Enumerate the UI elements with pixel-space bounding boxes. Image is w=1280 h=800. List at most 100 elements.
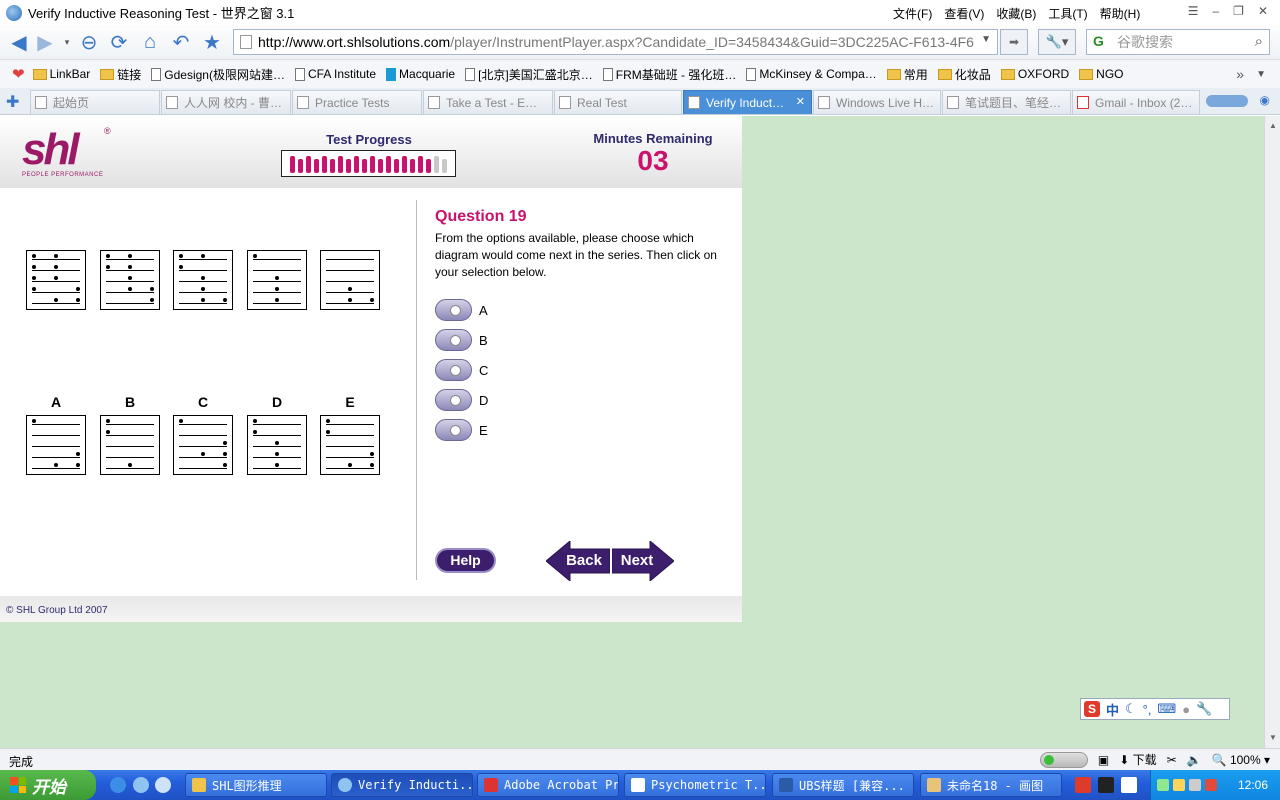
bookmark-gdesign[interactable]: Gdesign(极限网站建… [151, 66, 285, 83]
expand-tray-icon[interactable] [1157, 779, 1169, 791]
popup-blocker-icon[interactable]: ▣ [1098, 753, 1109, 767]
answer-option-a[interactable]: A [435, 299, 488, 321]
favorites-heart-icon[interactable]: ❤ [12, 65, 25, 83]
bookmark-mckinsey[interactable]: McKinsey & Compa… [746, 67, 877, 81]
back-button[interactable]: Back [546, 541, 610, 581]
diagram-line [106, 446, 154, 447]
ime-mode[interactable]: 中 [1106, 700, 1119, 719]
undo-close-icon[interactable]: ↶ [168, 29, 194, 55]
punctuation-icon[interactable]: °, [1143, 702, 1152, 717]
radio-button[interactable] [435, 299, 472, 321]
bookmark-links[interactable]: 链接 [100, 66, 141, 83]
answer-option-b[interactable]: B [435, 329, 488, 351]
menu-favorites[interactable]: 收藏(B) [996, 5, 1036, 22]
address-bar[interactable]: http://www.ort.shlsolutions.com/player/I… [233, 29, 998, 55]
maximize-icon[interactable]: ❐ [1233, 4, 1244, 18]
tab-gmail[interactable]: Gmail - Inbox (2… [1072, 90, 1200, 114]
search-box[interactable]: G 谷歌搜索 ⌕ [1086, 29, 1270, 55]
bookmark-beijing[interactable]: [北京]美国汇盛北京… [465, 66, 593, 83]
tab-verify-inductive[interactable]: Verify Induct… ✕ [683, 90, 812, 114]
close-tab-icon[interactable]: ✕ [796, 95, 805, 108]
bookmark-frm[interactable]: FRM基础班 - 强化班… [602, 66, 736, 83]
minimize-icon[interactable]: – [1212, 4, 1219, 18]
close-icon[interactable]: ✕ [1258, 4, 1268, 18]
network-icon[interactable] [1173, 779, 1185, 791]
user-icon[interactable]: ● [1182, 702, 1190, 717]
menu-view[interactable]: 查看(V) [944, 5, 984, 22]
bookmark-oxford[interactable]: OXFORD [1000, 67, 1069, 81]
more-bookmarks-chevron-icon[interactable]: » [1236, 66, 1244, 82]
taskbar-item-psychometric[interactable]: Psychometric T... [624, 773, 766, 797]
menu-file[interactable]: 文件(F) [893, 5, 932, 22]
moon-icon[interactable]: ☾ [1125, 701, 1137, 717]
keyboard-icon[interactable]: ⌨ [1157, 701, 1176, 717]
radio-button[interactable] [435, 329, 472, 351]
taskbar-item-ubs[interactable]: UBS样题 [兼容... [772, 773, 914, 797]
toggle-switch-icon[interactable] [1039, 751, 1088, 768]
tools-wrench-icon[interactable]: 🔧▾ [1038, 29, 1076, 55]
quick-launch-icon[interactable] [155, 777, 171, 793]
volume-icon[interactable]: 🔈 [1187, 753, 1202, 767]
menu-help[interactable]: 帮助(H) [1100, 5, 1141, 22]
security-icon[interactable] [1205, 779, 1217, 791]
tab-scroll-arrows-icon[interactable] [1206, 95, 1248, 107]
help-tray-icon[interactable] [1098, 777, 1114, 793]
bookmark-cosmetics[interactable]: 化妆品 [937, 66, 991, 83]
tab-list-dropdown-icon[interactable]: ◉ [1260, 93, 1270, 107]
address-dropdown-icon[interactable]: ▼ [981, 34, 991, 45]
zoom-control[interactable]: 🔍 100% ▾ [1212, 753, 1270, 767]
monitor-icon[interactable] [1189, 779, 1201, 791]
answer-option-d[interactable]: D [435, 389, 488, 411]
tab-bishi[interactable]: 笔试题目、笔经… [942, 90, 1071, 114]
screenshot-icon[interactable]: ✂ [1167, 753, 1177, 767]
tab-label: 人人网 校内 - 曹… [184, 96, 282, 110]
taskbar-item-acrobat[interactable]: Adobe Acrobat Pro [477, 773, 619, 797]
taskbar-item-shl-folder[interactable]: SHL图形推理 [185, 773, 327, 797]
vertical-scrollbar[interactable]: ▲ ▼ [1264, 116, 1280, 748]
sogou-s-icon[interactable]: S [1084, 701, 1100, 717]
taskbar-item-verify[interactable]: Verify Inducti... [331, 773, 473, 797]
tab-renren[interactable]: 人人网 校内 - 曹… [161, 90, 291, 114]
sogou-tray-icon[interactable] [1075, 777, 1091, 793]
search-icon[interactable]: ⌕ [1255, 33, 1263, 50]
ie-icon[interactable] [110, 777, 126, 793]
radio-button[interactable] [435, 419, 472, 441]
scroll-up-icon[interactable]: ▲ [1265, 118, 1280, 134]
radio-button[interactable] [435, 359, 472, 381]
favorites-star-icon[interactable]: ★ [199, 29, 225, 55]
answer-option-c[interactable]: C [435, 359, 488, 381]
back-arrow-icon[interactable]: ◀ [6, 29, 32, 55]
scroll-down-icon[interactable]: ▼ [1265, 730, 1280, 746]
stop-icon[interactable]: ⊖ [76, 29, 102, 55]
download-icon[interactable]: ⬇ 下载 [1119, 751, 1156, 768]
new-tab-plus-icon[interactable]: ✚ [6, 92, 19, 112]
bookmark-macquarie[interactable]: Macquarie [386, 67, 455, 81]
bookmark-linkbar[interactable]: LinkBar [32, 67, 90, 81]
options-icon[interactable]: ☰ [1188, 4, 1199, 18]
home-icon[interactable]: ⌂ [137, 29, 163, 55]
start-button[interactable]: 开始 [0, 770, 96, 800]
tab-windows-live[interactable]: Windows Live H… [813, 90, 941, 114]
bookmark-ngo[interactable]: NGO [1079, 67, 1124, 81]
tab-start-page[interactable]: 起始页 [30, 90, 160, 114]
answer-option-e[interactable]: E [435, 419, 488, 441]
tab-take-a-test[interactable]: Take a Test - E… [423, 90, 553, 114]
diagram-dot [106, 254, 110, 258]
search-input[interactable]: 谷歌搜索 [1117, 32, 1173, 52]
taskbar-item-paint[interactable]: 未命名18 - 画图 [920, 773, 1062, 797]
address-url[interactable]: http://www.ort.shlsolutions.com/player/I… [258, 34, 978, 50]
wrench-icon[interactable]: 🔧 [1196, 701, 1212, 717]
help-button[interactable]: Help [435, 548, 496, 573]
refresh-icon[interactable]: ⟳ [106, 29, 132, 55]
menu-tools[interactable]: 工具(T) [1048, 5, 1087, 22]
tray-icon[interactable] [1121, 777, 1137, 793]
next-button[interactable]: Next [612, 541, 674, 581]
browser-globe-icon[interactable] [133, 777, 149, 793]
go-arrow-icon[interactable]: ➡ [1000, 29, 1028, 55]
bookmark-common[interactable]: 常用 [886, 66, 928, 83]
tab-practice-tests[interactable]: Practice Tests [292, 90, 422, 114]
radio-button[interactable] [435, 389, 472, 411]
tab-real-test[interactable]: Real Test [554, 90, 682, 114]
bookmark-cfa[interactable]: CFA Institute [294, 67, 376, 81]
bookmarks-dropdown-icon[interactable]: ▼ [1256, 69, 1266, 80]
